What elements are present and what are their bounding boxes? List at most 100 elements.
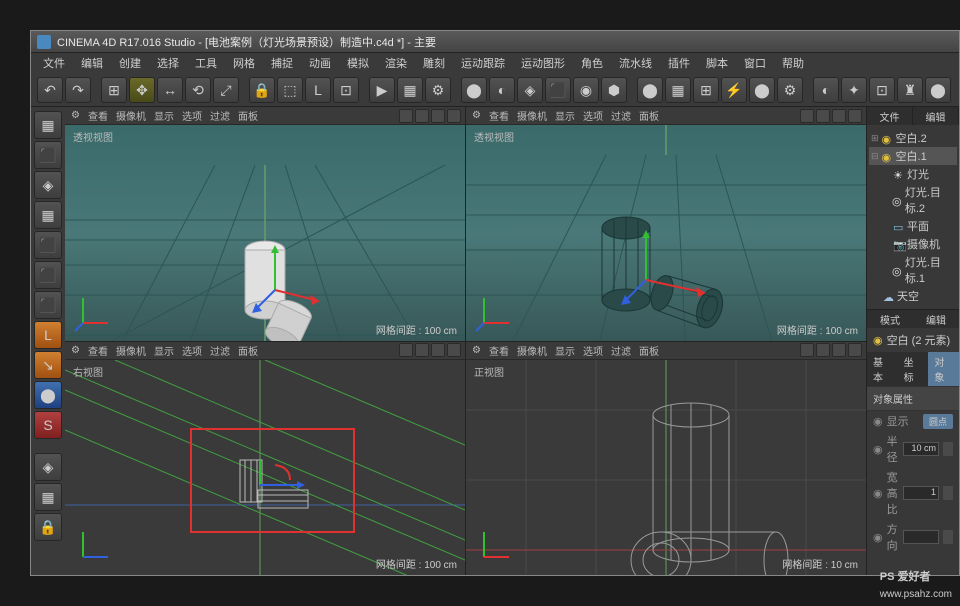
menu-window[interactable]: 窗口 (738, 53, 772, 73)
object-row[interactable]: ◎灯光.目标.1 (869, 253, 957, 287)
mode-button[interactable]: ▦ (34, 111, 62, 139)
vp-nav-icon[interactable] (399, 343, 413, 357)
toolbar-button[interactable]: ◉ (573, 77, 599, 103)
mode-button[interactable]: ⬤ (34, 381, 62, 409)
attr-row[interactable]: ◉显示圆点 (867, 411, 959, 431)
mode-button[interactable]: ◈ (34, 453, 62, 481)
toolbar-button[interactable]: ↷ (65, 77, 91, 103)
vp-options[interactable]: 选项 (182, 108, 202, 123)
toolbar-button[interactable]: ◈ (517, 77, 543, 103)
toolbar-button[interactable]: ✦ (841, 77, 867, 103)
menu-edit[interactable]: 编辑 (75, 53, 109, 73)
mode-button[interactable]: ⬛ (34, 141, 62, 169)
vp-panel[interactable]: 面板 (238, 343, 258, 358)
gear-icon[interactable]: ⚙ (71, 345, 80, 356)
vp-camera[interactable]: 摄像机 (116, 343, 146, 358)
viewport-bottom-left[interactable]: ⚙ 查看 摄像机 显示 选项 过滤 面板 右视图 (65, 342, 465, 576)
menu-character[interactable]: 角色 (575, 53, 609, 73)
vp-nav-icon[interactable] (431, 343, 445, 357)
toolbar-button[interactable]: ⚙ (425, 77, 451, 103)
toolbar-button[interactable]: ⊡ (869, 77, 895, 103)
menu-file[interactable]: 文件 (37, 53, 71, 73)
mode-button[interactable]: ⬛ (34, 291, 62, 319)
vp-camera[interactable]: 摄像机 (116, 108, 146, 123)
vp-nav-icon[interactable] (800, 343, 814, 357)
attr-row[interactable]: ◉宽高比1 (867, 467, 959, 519)
tab-file[interactable]: 文件 (867, 107, 913, 125)
object-row[interactable]: ⊟◉空白.1 (869, 147, 957, 165)
attr-edit[interactable]: 编辑 (913, 310, 959, 328)
vp-nav-icon[interactable] (415, 109, 429, 123)
vp-filter[interactable]: 过滤 (611, 108, 631, 123)
viewport-bottom-right[interactable]: ⚙ 查看 摄像机 显示 选项 过滤 面板 正视图 (466, 342, 866, 576)
mode-button[interactable]: L (34, 321, 62, 349)
object-row[interactable]: ◎灯光.目标.2 (869, 183, 957, 217)
toolbar-button[interactable]: ▦ (665, 77, 691, 103)
menu-snap[interactable]: 捕捉 (265, 53, 299, 73)
menu-plugins[interactable]: 插件 (662, 53, 696, 73)
viewport-canvas[interactable]: 网格间距 : 100 cm (65, 360, 465, 576)
vp-nav-icon[interactable] (431, 109, 445, 123)
toolbar-button[interactable]: ↔ (157, 77, 183, 103)
menu-mesh[interactable]: 网格 (227, 53, 261, 73)
vp-nav-icon[interactable] (832, 343, 846, 357)
viewport-canvas[interactable]: 网格间距 : 100 cm (65, 125, 465, 341)
vp-nav-icon[interactable] (447, 343, 461, 357)
vp-nav-icon[interactable] (848, 343, 862, 357)
attr-tab-coord[interactable]: 坐标 (898, 352, 929, 386)
toolbar-button[interactable]: L (305, 77, 331, 103)
vp-options[interactable]: 选项 (583, 343, 603, 358)
vp-options[interactable]: 选项 (182, 343, 202, 358)
toolbar-button[interactable]: ◐ (489, 77, 515, 103)
vp-display[interactable]: 显示 (555, 343, 575, 358)
toolbar-button[interactable]: ⬚ (277, 77, 303, 103)
mode-button[interactable]: 🔒 (34, 513, 62, 541)
vp-nav-icon[interactable] (848, 109, 862, 123)
vp-nav-icon[interactable] (399, 109, 413, 123)
menu-script[interactable]: 脚本 (700, 53, 734, 73)
vp-filter[interactable]: 过滤 (210, 343, 230, 358)
toolbar-button[interactable]: ⬤ (461, 77, 487, 103)
vp-nav-icon[interactable] (832, 109, 846, 123)
viewport-top-right[interactable]: ⚙ 查看 摄像机 显示 选项 过滤 面板 透视视图 (466, 107, 866, 341)
toolbar-button[interactable]: ⊞ (101, 77, 127, 103)
vp-view[interactable]: 查看 (489, 108, 509, 123)
toolbar-button[interactable]: ↶ (37, 77, 63, 103)
toolbar-button[interactable]: ⬢ (601, 77, 627, 103)
vp-filter[interactable]: 过滤 (611, 343, 631, 358)
object-row[interactable]: ☁天空 (869, 287, 957, 305)
gear-icon[interactable]: ⚙ (71, 110, 80, 121)
toolbar-button[interactable]: ⬤ (749, 77, 775, 103)
toolbar-button[interactable]: ◐ (813, 77, 839, 103)
attr-row[interactable]: ◉方向 (867, 519, 959, 555)
mode-button[interactable]: S (34, 411, 62, 439)
menu-sculpt[interactable]: 雕刻 (417, 53, 451, 73)
toolbar-button[interactable]: ⊞ (693, 77, 719, 103)
mode-button[interactable]: ▦ (34, 483, 62, 511)
vp-options[interactable]: 选项 (583, 108, 603, 123)
tab-edit[interactable]: 编辑 (913, 107, 959, 125)
toolbar-button[interactable]: ▶ (369, 77, 395, 103)
vp-nav-icon[interactable] (800, 109, 814, 123)
vp-panel[interactable]: 面板 (238, 108, 258, 123)
menu-motiontrack[interactable]: 运动跟踪 (455, 53, 511, 73)
vp-nav-icon[interactable] (816, 343, 830, 357)
toolbar-button[interactable]: ⬛ (545, 77, 571, 103)
mode-button[interactable]: ▦ (34, 201, 62, 229)
object-row[interactable]: 📷摄像机 (869, 235, 957, 253)
toolbar-button[interactable]: ▦ (397, 77, 423, 103)
attr-mode[interactable]: 模式 (867, 310, 913, 328)
vp-view[interactable]: 查看 (88, 108, 108, 123)
vp-panel[interactable]: 面板 (639, 108, 659, 123)
vp-filter[interactable]: 过滤 (210, 108, 230, 123)
vp-view[interactable]: 查看 (88, 343, 108, 358)
vp-display[interactable]: 显示 (555, 108, 575, 123)
toolbar-button[interactable]: ⬤ (925, 77, 951, 103)
menu-animate[interactable]: 动画 (303, 53, 337, 73)
toolbar-button[interactable]: ⤢ (213, 77, 239, 103)
viewport-canvas[interactable]: 网格间距 : 10 cm (466, 360, 866, 576)
toolbar-button[interactable]: ⚙ (777, 77, 803, 103)
toolbar-button[interactable]: ⊡ (333, 77, 359, 103)
vp-display[interactable]: 显示 (154, 343, 174, 358)
menu-select[interactable]: 选择 (151, 53, 185, 73)
